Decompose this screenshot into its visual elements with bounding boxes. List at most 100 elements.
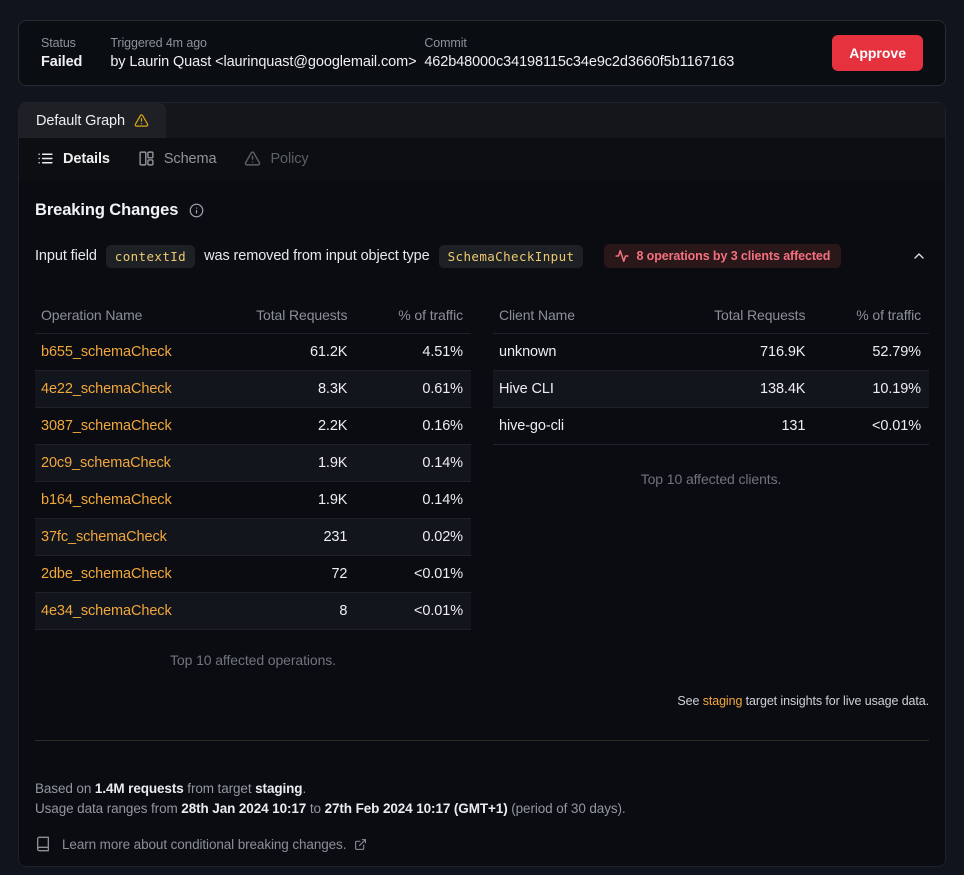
tab-policy[interactable]: Policy [244, 150, 308, 167]
summary-text: from target [184, 781, 255, 796]
cell-client-name: hive-go-cli [493, 418, 678, 434]
operations-table: Operation Name Total Requests % of traff… [35, 296, 471, 668]
activity-pulse-icon [615, 249, 629, 263]
info-icon[interactable] [189, 203, 204, 218]
details-content: Breaking Changes Input field contextId w… [19, 179, 945, 866]
col-total-requests: Total Requests [678, 307, 805, 323]
status-value: Failed [41, 54, 82, 70]
cell-requests: 8 [220, 603, 347, 619]
affected-operations-badge: 8 operations by 3 clients affected [604, 244, 841, 268]
graph-tab-label: Default Graph [36, 113, 125, 129]
table-row: 37fc_schemaCheck 231 0.02% [35, 518, 471, 555]
operation-link[interactable]: 4e34_schemaCheck [41, 603, 172, 619]
cell-client-name: Hive CLI [493, 381, 678, 397]
operation-link[interactable]: 4e22_schemaCheck [41, 381, 172, 397]
status-group: Status Failed [41, 36, 82, 70]
book-icon [35, 836, 51, 852]
table-row: 4e34_schemaCheck 8 <0.01% [35, 592, 471, 629]
cell-traffic: 0.02% [347, 529, 471, 545]
table-row: 2dbe_schemaCheck 72 <0.01% [35, 555, 471, 592]
tab-default-graph[interactable]: Default Graph [19, 103, 166, 138]
tab-schema[interactable]: Schema [138, 150, 217, 167]
operation-link[interactable]: b655_schemaCheck [41, 344, 172, 360]
learn-more-link[interactable]: Learn more about conditional breaking ch… [35, 836, 929, 852]
cell-client-name: unknown [493, 344, 678, 360]
cell-requests: 72 [220, 566, 347, 582]
change-field-code: contextId [106, 245, 195, 268]
cell-traffic: 0.16% [347, 418, 471, 434]
check-details-card: Default Graph Details Schema [18, 102, 946, 867]
operation-link[interactable]: 2dbe_schemaCheck [41, 566, 172, 582]
triggered-author: by Laurin Quast <laurinquast@googlemail.… [110, 54, 396, 70]
commit-hash: 462b48000c34198115c34e9c2d3660f5b1167163 [424, 54, 734, 70]
operations-table-body: b655_schemaCheck 61.2K 4.51% 4e22_schema… [35, 333, 471, 630]
breaking-change-accordion-header[interactable]: Input field contextId was removed from i… [35, 244, 929, 268]
col-client-name: Client Name [493, 307, 678, 323]
range-start-date: 28th Jan 2024 10:17 [181, 801, 306, 816]
page: Status Failed Triggered 4m ago by Laurin… [0, 0, 964, 867]
learn-more-label: Learn more about conditional breaking ch… [62, 837, 346, 852]
external-link-icon [354, 838, 367, 851]
operation-link[interactable]: b164_schemaCheck [41, 492, 172, 508]
usage-summary-line2: Usage data ranges from 28th Jan 2024 10:… [35, 799, 929, 819]
operations-table-header: Operation Name Total Requests % of traff… [35, 296, 471, 333]
cell-requests: 716.9K [678, 344, 805, 360]
tab-details[interactable]: Details [37, 150, 110, 167]
cell-traffic: 0.14% [347, 492, 471, 508]
table-row: unknown 716.9K 52.79% [493, 333, 929, 370]
commit-label: Commit [424, 36, 734, 50]
cell-requests: 8.3K [220, 381, 347, 397]
summary-text: . [302, 781, 306, 796]
col-operation-name: Operation Name [35, 307, 220, 323]
cell-traffic: <0.01% [347, 603, 471, 619]
commit-group: Commit 462b48000c34198115c34e9c2d3660f5b… [424, 36, 734, 70]
table-row: hive-go-cli 131 <0.01% [493, 407, 929, 444]
list-icon [37, 150, 54, 167]
clients-caption: Top 10 affected clients. [493, 471, 929, 487]
clients-table-header: Client Name Total Requests % of traffic [493, 296, 929, 333]
schema-icon [138, 150, 155, 167]
tab-schema-label: Schema [164, 151, 217, 167]
chevron-up-icon[interactable] [909, 246, 929, 266]
col-pct-traffic: % of traffic [805, 307, 929, 323]
tab-details-label: Details [63, 151, 110, 167]
cell-requests: 231 [220, 529, 347, 545]
col-pct-traffic: % of traffic [347, 307, 471, 323]
range-end-date: 27th Feb 2024 10:17 (GMT+1) [325, 801, 508, 816]
cell-requests: 2.2K [220, 418, 347, 434]
operation-link[interactable]: 20c9_schemaCheck [41, 455, 171, 471]
staging-target-link[interactable]: staging [703, 694, 743, 708]
summary-text: Based on [35, 781, 95, 796]
cell-traffic: 4.51% [347, 344, 471, 360]
affected-badge-label: 8 operations by 3 clients affected [636, 249, 830, 263]
triggered-group: Triggered 4m ago by Laurin Quast <laurin… [110, 36, 396, 70]
summary-text: Usage data ranges from [35, 801, 181, 816]
requests-count: 1.4M requests [95, 781, 184, 796]
operation-link[interactable]: 3087_schemaCheck [41, 418, 172, 434]
usage-summary-line1: Based on 1.4M requests from target stagi… [35, 779, 929, 799]
table-row: 20c9_schemaCheck 1.9K 0.14% [35, 444, 471, 481]
clients-table-body: unknown 716.9K 52.79% Hive CLI 138.4K 10… [493, 333, 929, 445]
check-header-card: Status Failed Triggered 4m ago by Laurin… [18, 20, 946, 86]
operation-link[interactable]: 37fc_schemaCheck [41, 529, 167, 545]
approve-button[interactable]: Approve [832, 35, 923, 71]
table-row: 3087_schemaCheck 2.2K 0.16% [35, 407, 471, 444]
check-tab-nav: Details Schema Policy [19, 138, 945, 179]
clients-table: Client Name Total Requests % of traffic … [493, 296, 929, 487]
cell-traffic: 0.61% [347, 381, 471, 397]
change-text-middle: was removed from input object type [204, 248, 430, 264]
cell-requests: 1.9K [220, 455, 347, 471]
insights-note: See staging target insights for live usa… [35, 694, 929, 708]
policy-warning-icon [244, 150, 261, 167]
table-row: b164_schemaCheck 1.9K 0.14% [35, 481, 471, 518]
cell-requests: 61.2K [220, 344, 347, 360]
cell-traffic: <0.01% [805, 418, 929, 434]
section-divider [35, 740, 929, 741]
cell-requests: 138.4K [678, 381, 805, 397]
change-type-code: SchemaCheckInput [439, 245, 584, 268]
cell-traffic: 52.79% [805, 344, 929, 360]
cell-traffic: <0.01% [347, 566, 471, 582]
triggered-label: Triggered 4m ago [110, 36, 396, 50]
status-label: Status [41, 36, 82, 50]
section-title: Breaking Changes [35, 201, 178, 220]
